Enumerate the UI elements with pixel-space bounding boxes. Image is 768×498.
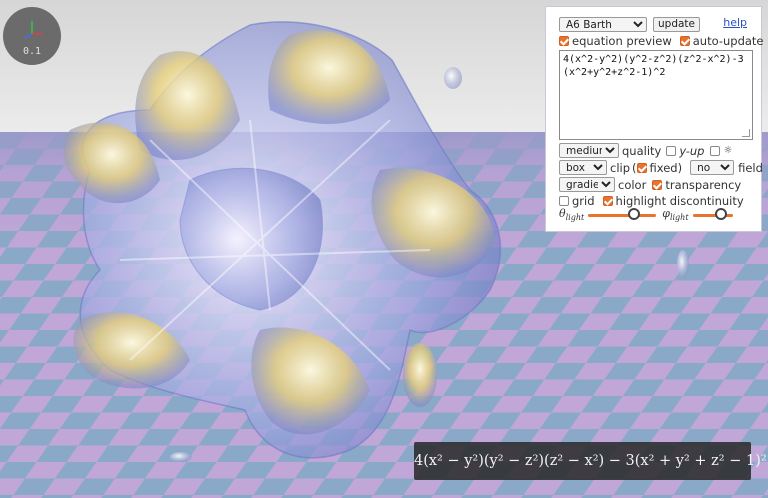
- auto-update-checkbox[interactable]: [679, 36, 690, 46]
- phi-light-thumb[interactable]: [714, 207, 727, 220]
- highlight-discontinuity-label: highlight discontinuity: [615, 194, 744, 208]
- yup-label: y-up: [679, 143, 705, 158]
- transparency-label: transparency: [665, 177, 742, 192]
- axes-gizmo-icon: [23, 21, 43, 39]
- quality-label: quality: [622, 143, 662, 158]
- clip-label: clip: [610, 160, 631, 175]
- zoom-level: 0.1: [22, 46, 42, 57]
- highlight-discontinuity-checkbox[interactable]: [602, 196, 613, 206]
- yup-checkbox[interactable]: [666, 145, 677, 156]
- help-link[interactable]: help: [723, 16, 747, 29]
- control-panel: A6 Barth update help equation preview au…: [545, 6, 764, 232]
- theta-light-thumb[interactable]: [628, 207, 641, 220]
- equation-text: 4(x^2-y^2)(y^2-z^2)(z^2-x^2)-3(x^2+y^2+z…: [563, 54, 744, 78]
- update-button[interactable]: update: [653, 17, 700, 32]
- light-mode-checkbox[interactable]: [710, 145, 721, 156]
- equation-preview-label: equation preview: [572, 34, 672, 48]
- resize-grip[interactable]: [742, 129, 750, 137]
- equation-preview: 4(x² − y²)(y² − z²)(z² − x²) − 3(x² + y²…: [414, 442, 767, 480]
- equation-preview-checkbox[interactable]: [559, 36, 569, 46]
- sun-icon: ☼: [723, 145, 733, 156]
- phi-light-label: φlight: [662, 207, 689, 223]
- fixed-label: fixed: [649, 160, 678, 175]
- droplet: [170, 452, 192, 462]
- droplet: [444, 67, 462, 89]
- field-select[interactable]: no: [690, 160, 735, 175]
- grid-label: grid: [572, 194, 595, 208]
- surface-select[interactable]: A6 Barth: [559, 17, 647, 32]
- fixed-checkbox[interactable]: [636, 162, 647, 173]
- color-label: color: [618, 177, 647, 192]
- equation-input[interactable]: 4(x^2-y^2)(y^2-z^2)(z^2-x^2)-3(x^2+y^2+z…: [559, 50, 753, 140]
- field-label: field: [738, 160, 763, 175]
- droplet: [403, 343, 437, 407]
- theta-light-slider[interactable]: [588, 207, 657, 221]
- auto-update-label: auto-update: [692, 34, 764, 48]
- clip-select[interactable]: box: [559, 160, 607, 175]
- grid-checkbox[interactable]: [559, 196, 569, 206]
- transparency-checkbox[interactable]: [652, 179, 663, 190]
- phi-light-slider[interactable]: [692, 207, 733, 221]
- color-select[interactable]: gradient: [559, 177, 615, 192]
- theta-light-label: θlight: [559, 207, 585, 223]
- quality-select[interactable]: medium: [559, 143, 619, 158]
- axes-gizmo[interactable]: 0.1: [3, 7, 61, 65]
- droplet: [677, 250, 689, 278]
